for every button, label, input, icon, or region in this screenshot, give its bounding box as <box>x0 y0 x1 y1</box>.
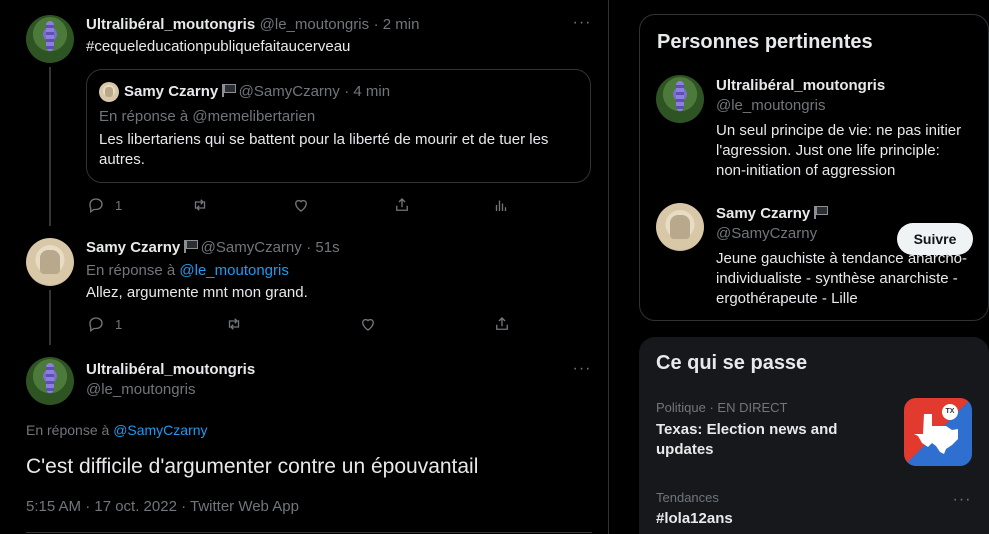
avatar[interactable] <box>656 75 704 123</box>
reply-prefix: En réponse à <box>26 422 110 438</box>
quoted-tweet[interactable]: Samy Czarny @SamyCzarny · 4 min En répon… <box>86 69 591 183</box>
retweet-button[interactable] <box>191 196 209 214</box>
trend-title: #lola12ans <box>656 510 733 527</box>
reply-handle-link[interactable]: @le_moutongris <box>179 262 288 279</box>
tweet-text: Allez, argumente mnt mon grand. <box>86 284 308 301</box>
quote-text-line: Les libertariens qui se battent pour la … <box>99 131 549 148</box>
tweet-time[interactable]: · 2 min <box>374 16 420 33</box>
reply-button[interactable]: 1 <box>87 196 122 214</box>
trend-category: Politique · EN DIRECT <box>656 400 788 415</box>
author-name[interactable]: Ultralibéral_moutongris <box>86 361 255 378</box>
share-icon <box>496 317 508 330</box>
relevant-people-card: Personnes pertinentes Ultralibéral_mouto… <box>639 14 989 321</box>
avatar[interactable] <box>26 357 74 405</box>
person-bio-line: Un seul principe de vie: ne pas initier <box>716 122 962 139</box>
avatar[interactable] <box>26 238 74 286</box>
quote-reply-context: En réponse à @memelibertarien <box>99 108 316 125</box>
avatar[interactable] <box>656 203 704 251</box>
divider <box>26 532 592 533</box>
reply-icon <box>89 198 103 214</box>
person-bio-line: non-initiation of aggression <box>716 162 896 179</box>
flag-icon <box>222 84 237 97</box>
person-bio-line: l'agression. Just one life principle: <box>716 142 940 159</box>
reply-context: En réponse à @SamyCzarny <box>26 422 208 438</box>
analytics-icon <box>495 200 507 211</box>
person-handle[interactable]: @le_moutongris <box>716 97 825 114</box>
author-name[interactable]: Ultralibéral_moutongris <box>86 16 255 33</box>
reply-button[interactable]: 1 <box>87 315 122 333</box>
sidebar: Personnes pertinentes Ultralibéral_mouto… <box>639 0 989 534</box>
person-bio-line: ergothérapeute - Lille <box>716 290 858 307</box>
retweet-icon <box>228 318 240 330</box>
like-button[interactable] <box>292 196 310 214</box>
more-options-icon[interactable]: ··· <box>572 361 592 382</box>
tweet-time[interactable]: · 51s <box>306 239 339 256</box>
retweet-button[interactable] <box>225 315 243 333</box>
quote-header: Samy Czarny @SamyCzarny · 4 min <box>124 83 390 101</box>
heart-icon <box>362 318 374 331</box>
card-title: Ce qui se passe <box>656 352 808 374</box>
whats-happening-card: Ce qui se passe Politique · EN DIRECT Te… <box>639 337 989 534</box>
thread-line <box>49 290 51 345</box>
state-badge: TX <box>942 404 958 420</box>
person-handle[interactable]: @SamyCzarny <box>716 225 817 242</box>
like-button[interactable] <box>359 315 377 333</box>
tweet-header: Ultralibéral_moutongris @le_moutongris ·… <box>86 16 419 34</box>
timeline-column: Ultralibéral_moutongris @le_moutongris ·… <box>0 0 609 534</box>
more-options-icon[interactable]: ··· <box>572 15 592 36</box>
person-bio-line: individualiste - synthèse anarchiste - <box>716 270 958 287</box>
analytics-button[interactable] <box>492 196 510 214</box>
author-handle[interactable]: @SamyCzarny <box>201 239 302 256</box>
retweet-icon <box>194 199 206 211</box>
more-options-icon[interactable]: ··· <box>952 492 972 513</box>
person-name[interactable]: Ultralibéral_moutongris <box>716 77 885 94</box>
author-name[interactable]: Samy Czarny <box>86 239 180 256</box>
author-handle[interactable]: @le_moutongris <box>260 16 369 33</box>
reply-context: En réponse à @le_moutongris <box>86 262 289 279</box>
tweet-metadata[interactable]: 5:15 AM · 17 oct. 2022 · Twitter Web App <box>26 498 299 515</box>
trend-title-line: updates <box>656 441 714 458</box>
quote-author-handle: @SamyCzarny <box>238 83 340 100</box>
quote-time: · 4 min <box>344 83 391 100</box>
flag-icon <box>814 206 829 219</box>
reply-prefix: En réponse à <box>86 262 176 279</box>
reply-handle-link[interactable]: @SamyCzarny <box>113 422 207 438</box>
share-icon <box>396 198 408 211</box>
person-bio-line: Jeune gauchiste à tendance anarcho- <box>716 250 968 267</box>
avatar <box>99 82 119 102</box>
share-button[interactable] <box>393 196 411 214</box>
avatar[interactable] <box>26 15 74 63</box>
reply-count: 1 <box>115 197 123 213</box>
card-title: Personnes pertinentes <box>657 31 873 53</box>
quote-author-name: Samy Czarny <box>124 83 219 100</box>
person-name[interactable]: Samy Czarny <box>716 205 810 222</box>
trend-thumbnail: TX <box>904 398 972 466</box>
author-handle[interactable]: @le_moutongris <box>86 381 195 398</box>
thread-line <box>49 67 51 226</box>
tweet-header: Samy Czarny @SamyCzarny · 51s <box>86 239 340 257</box>
heart-icon <box>295 199 307 212</box>
share-button[interactable] <box>493 315 511 333</box>
trend-title-line: Texas: Election news and <box>656 421 838 438</box>
reply-icon <box>89 317 103 333</box>
person-name-row: Samy Czarny <box>716 205 829 223</box>
quote-text-line: autres. <box>99 151 145 168</box>
flag-icon <box>184 240 199 253</box>
main-tweet-text: C'est difficile d'argumenter contre un é… <box>26 455 479 478</box>
reply-count: 1 <box>115 316 123 332</box>
trend-category: Tendances <box>656 490 719 505</box>
hashtag-link[interactable]: #cequeleducationpubliquefaitaucerveau <box>86 37 350 57</box>
